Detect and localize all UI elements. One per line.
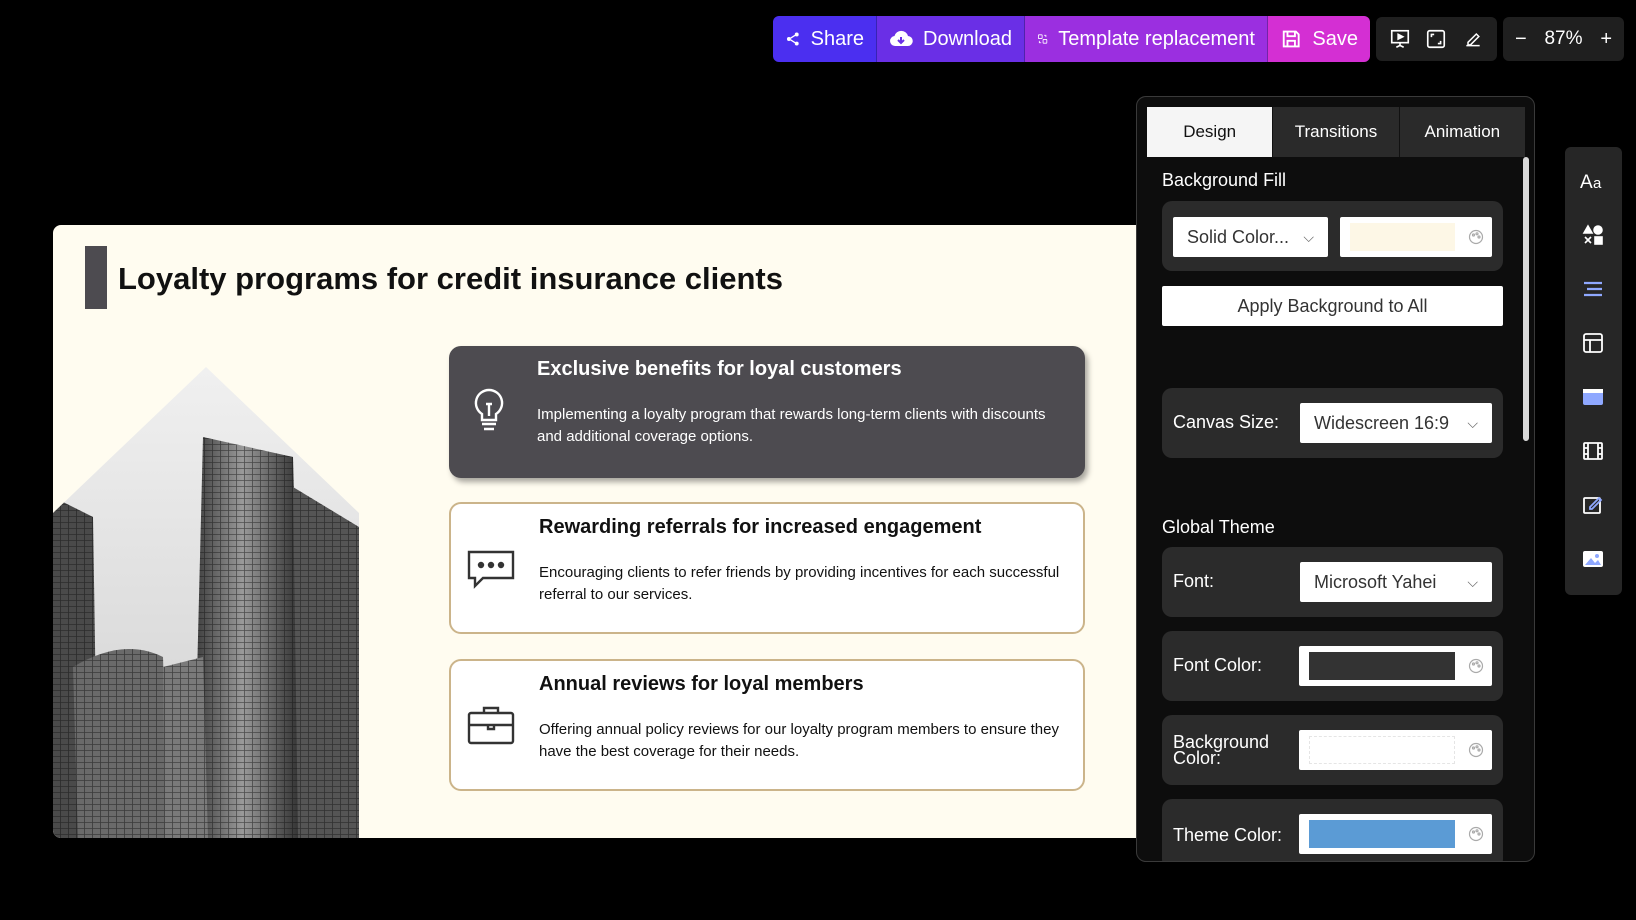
- align-icon[interactable]: [1579, 275, 1607, 303]
- template-replacement-button[interactable]: Template replacement: [1025, 16, 1268, 62]
- background-color-swatch: [1309, 736, 1455, 764]
- template-label: Template replacement: [1058, 27, 1255, 50]
- film-icon[interactable]: [1579, 437, 1607, 465]
- presentation-icon[interactable]: [1386, 25, 1414, 53]
- card-text: Offering annual policy reviews for our l…: [539, 721, 1059, 760]
- panel-tabs: Design Transitions Animation: [1147, 107, 1525, 157]
- global-theme-label: Global Theme: [1162, 517, 1275, 537]
- card-title: Annual reviews for loyal members: [539, 673, 864, 695]
- slide-title[interactable]: Loyalty programs for credit insurance cl…: [118, 261, 783, 297]
- fullscreen-icon[interactable]: [1422, 25, 1450, 53]
- floppy-disk-icon: [1282, 30, 1300, 48]
- font-color-label: Font Color:: [1173, 655, 1263, 675]
- image-icon[interactable]: [1579, 545, 1607, 573]
- download-label: Download: [923, 27, 1012, 50]
- zoom-level: 87%: [1544, 28, 1583, 49]
- lightbulb-icon: [474, 388, 504, 431]
- svg-text:A: A: [1580, 172, 1593, 192]
- palette-icon: [1468, 229, 1484, 245]
- fill-type-select[interactable]: Solid Color... ⌵: [1173, 217, 1328, 257]
- layout-icon[interactable]: [1579, 329, 1607, 357]
- building-image[interactable]: [53, 367, 359, 838]
- pen-icon[interactable]: [1459, 25, 1487, 53]
- zoom-in-button[interactable]: +: [1600, 28, 1612, 51]
- canvas-size-label: Canvas Size:: [1173, 412, 1280, 432]
- benefit-card-1[interactable]: Exclusive benefits for loyal customers I…: [449, 346, 1085, 478]
- save-label: Save: [1312, 27, 1358, 50]
- font-color-swatch: [1309, 652, 1455, 680]
- background-color-box: Background Color:: [1162, 715, 1503, 785]
- tool-rail: Aa: [1565, 147, 1622, 595]
- briefcase-icon: [467, 706, 515, 745]
- theme-color-box: Theme Color:: [1162, 799, 1503, 861]
- card-icon[interactable]: [1579, 383, 1607, 411]
- background-color-label: Background Color:: [1173, 732, 1270, 768]
- card-text: Implementing a loyalty program that rewa…: [537, 406, 1046, 445]
- chevron-down-icon: ⌵: [1467, 573, 1478, 590]
- download-button[interactable]: Download: [877, 16, 1025, 62]
- panel-scrollbar[interactable]: [1523, 157, 1529, 441]
- font-label: Font:: [1173, 571, 1215, 591]
- chevron-down-icon: ⌵: [1303, 228, 1314, 245]
- canvas-size-select[interactable]: Widescreen 16:9 ⌵: [1300, 403, 1492, 443]
- font-box: Font: Microsoft Yahei ⌵: [1162, 547, 1503, 617]
- theme-color-swatch: [1309, 820, 1455, 848]
- fill-color-swatch: [1350, 223, 1455, 251]
- share-label: Share: [810, 27, 864, 50]
- cloud-download-icon: [890, 30, 913, 47]
- share-button[interactable]: Share: [773, 16, 877, 62]
- design-panel: Design Transitions Animation Background …: [1136, 96, 1535, 862]
- chevron-down-icon: ⌵: [1467, 414, 1478, 431]
- font-select[interactable]: Microsoft Yahei ⌵: [1300, 562, 1492, 602]
- share-icon: [786, 32, 799, 46]
- shapes-icon[interactable]: [1579, 221, 1607, 249]
- top-toolbar: Share Download Template replacement Save: [773, 16, 1370, 62]
- save-button[interactable]: Save: [1268, 16, 1370, 62]
- benefit-card-3[interactable]: Annual reviews for loyal members Offerin…: [449, 659, 1085, 791]
- view-tools: [1376, 17, 1497, 61]
- slide-canvas[interactable]: Loyalty programs for credit insurance cl…: [53, 225, 1139, 838]
- palette-icon: [1468, 658, 1484, 674]
- apply-background-button[interactable]: Apply Background to All: [1162, 286, 1503, 326]
- background-fill-label: Background Fill: [1162, 170, 1287, 190]
- palette-icon: [1468, 742, 1484, 758]
- theme-color-label: Theme Color:: [1173, 825, 1283, 845]
- font-color-box: Font Color:: [1162, 631, 1503, 701]
- text-style-icon[interactable]: Aa: [1579, 167, 1607, 195]
- card-title: Rewarding referrals for increased engage…: [539, 516, 982, 538]
- fill-color-picker[interactable]: [1340, 217, 1492, 257]
- svg-text:a: a: [1593, 175, 1602, 192]
- canvas-size-value: Widescreen 16:9: [1314, 412, 1450, 433]
- tab-transitions[interactable]: Transitions: [1273, 107, 1400, 157]
- background-fill-box: Solid Color... ⌵: [1162, 201, 1503, 271]
- tab-design[interactable]: Design: [1147, 107, 1274, 157]
- card-text: Encouraging clients to refer friends by …: [539, 564, 1060, 603]
- font-value: Microsoft Yahei: [1314, 571, 1437, 592]
- background-color-picker[interactable]: [1299, 730, 1492, 770]
- palette-icon: [1468, 826, 1484, 842]
- theme-color-picker[interactable]: [1299, 814, 1492, 854]
- edit-icon[interactable]: [1579, 491, 1607, 519]
- benefit-card-2[interactable]: Rewarding referrals for increased engage…: [449, 502, 1085, 634]
- title-accent-bar: [85, 246, 107, 309]
- font-color-picker[interactable]: [1299, 646, 1492, 686]
- card-title: Exclusive benefits for loyal customers: [537, 358, 902, 380]
- fill-type-value: Solid Color...: [1187, 226, 1290, 247]
- canvas-size-box: Canvas Size: Widescreen 16:9 ⌵: [1162, 388, 1503, 458]
- chat-bubble-icon: [467, 550, 515, 589]
- zoom-control: − 87% +: [1503, 17, 1624, 61]
- tab-animation[interactable]: Animation: [1400, 107, 1525, 157]
- zoom-out-button[interactable]: −: [1515, 28, 1527, 51]
- template-swap-icon: [1037, 34, 1048, 44]
